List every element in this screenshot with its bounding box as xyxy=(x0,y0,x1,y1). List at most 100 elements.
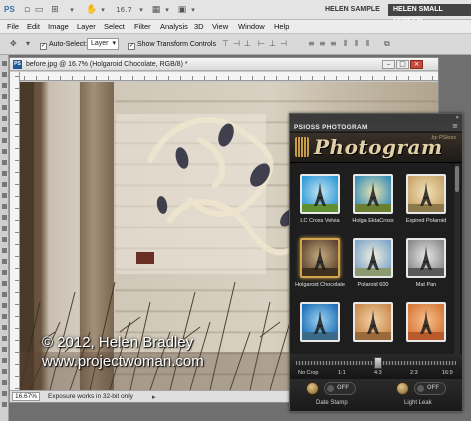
tool-icon[interactable] xyxy=(2,182,7,187)
tool-icon[interactable] xyxy=(2,369,7,374)
show-transform-checkbox[interactable]: ✓ Show Transform Controls xyxy=(128,39,216,50)
chevron-down-icon[interactable]: ▾ xyxy=(98,3,108,17)
close-icon[interactable]: × xyxy=(410,60,423,69)
tool-icon[interactable] xyxy=(2,105,7,110)
distribute-right-icon[interactable]: ⦀ xyxy=(366,39,375,49)
tool-icon[interactable] xyxy=(2,347,7,352)
horizontal-ruler[interactable] xyxy=(20,72,438,81)
tool-icon[interactable] xyxy=(2,281,7,286)
tool-icon[interactable] xyxy=(2,314,7,319)
preset-thumbnail[interactable] xyxy=(406,174,446,214)
move-tool-icon[interactable]: ✥ xyxy=(10,39,24,49)
distribute-top-icon[interactable]: ≡ xyxy=(308,39,317,49)
panel-menu-icon[interactable]: ≡ xyxy=(452,122,458,131)
arrange-documents-icon[interactable]: ▦ xyxy=(150,3,162,17)
tool-icon[interactable] xyxy=(2,193,7,198)
preset-thumbnail[interactable] xyxy=(300,302,340,342)
align-left-icon[interactable]: ⊢ xyxy=(258,39,267,49)
extras-icon[interactable]: ⊞ xyxy=(50,3,60,17)
tool-icon[interactable] xyxy=(2,292,7,297)
align-center-icon[interactable]: ⊥ xyxy=(269,39,278,49)
preset-thumbnail[interactable] xyxy=(406,238,446,278)
light-leak-toggle[interactable]: OFF xyxy=(414,382,446,395)
hand-tool-icon[interactable]: ✋ xyxy=(86,3,98,17)
tool-icon[interactable] xyxy=(2,94,7,99)
tool-icon[interactable] xyxy=(2,270,7,275)
scrollbar-thumb[interactable] xyxy=(455,166,459,192)
align-right-icon[interactable]: ⊣ xyxy=(280,39,289,49)
menu-select[interactable]: Select xyxy=(104,22,125,32)
tool-icon[interactable] xyxy=(2,160,7,165)
tool-icon[interactable] xyxy=(2,358,7,363)
tool-icon[interactable] xyxy=(2,336,7,341)
tool-icon[interactable] xyxy=(2,61,7,66)
chevron-down-icon[interactable]: ▾ xyxy=(66,3,78,17)
panel-dock-bar[interactable]: » xyxy=(290,114,462,122)
tool-icon[interactable] xyxy=(2,215,7,220)
align-top-icon[interactable]: ⊤ xyxy=(222,39,231,49)
chevron-down-icon[interactable]: ▾ xyxy=(26,39,35,49)
chevron-down-icon[interactable]: ▾ xyxy=(188,3,198,17)
chevron-down-icon[interactable]: ▾ xyxy=(136,3,146,17)
distribute-center-icon[interactable]: ⦀ xyxy=(355,39,364,49)
crop-slider-handle[interactable] xyxy=(374,357,382,369)
preset-thumbnail[interactable] xyxy=(300,238,340,278)
screen-mode-icon[interactable]: ▣ xyxy=(176,3,188,17)
tool-icon[interactable] xyxy=(2,237,7,242)
auto-select-dropdown[interactable]: Layer ▾ xyxy=(87,38,119,50)
menu-image[interactable]: Image xyxy=(48,22,69,32)
tool-icon[interactable] xyxy=(2,325,7,330)
menu-layer[interactable]: Layer xyxy=(77,22,96,32)
tool-icon[interactable] xyxy=(2,171,7,176)
menu-view[interactable]: View xyxy=(212,22,228,32)
bridge-icon[interactable]: ▫ xyxy=(22,3,32,17)
distribute-bottom-icon[interactable]: ≡ xyxy=(330,39,339,49)
preset-thumbnail[interactable] xyxy=(406,302,446,342)
maximize-icon[interactable]: □ xyxy=(396,60,409,69)
menu-window[interactable]: Window xyxy=(238,22,265,32)
panel-title-bar[interactable]: PSIOSS PHOTOGRAM ≡ xyxy=(290,122,462,132)
tool-icon[interactable] xyxy=(2,204,7,209)
distribute-middle-icon[interactable]: ≡ xyxy=(319,39,328,49)
zoom-field[interactable]: 16.67% xyxy=(12,392,40,401)
mini-bridge-icon[interactable]: ▭ xyxy=(34,3,44,17)
menu-3d[interactable]: 3D xyxy=(194,22,204,32)
auto-align-icon[interactable]: ⧉ xyxy=(384,39,393,49)
chevron-down-icon[interactable]: ▾ xyxy=(162,3,172,17)
tool-icon[interactable] xyxy=(2,380,7,385)
align-bottom-icon[interactable]: ⊥ xyxy=(244,39,253,49)
tool-icon[interactable] xyxy=(2,226,7,231)
tools-panel[interactable] xyxy=(0,55,9,421)
collapse-icon[interactable]: » xyxy=(455,114,459,122)
chevron-right-icon[interactable]: ▸ xyxy=(152,392,156,402)
zoom-level[interactable]: 16.7 xyxy=(112,3,136,17)
workspace-helen-sample[interactable]: HELEN SAMPLE xyxy=(320,4,385,16)
auto-select-checkbox[interactable]: ✓ Auto-Select: xyxy=(40,39,87,50)
preset-scrollbar[interactable] xyxy=(454,164,460,354)
tool-icon[interactable] xyxy=(2,402,7,407)
preset-thumbnail[interactable] xyxy=(353,302,393,342)
vertical-ruler[interactable] xyxy=(10,72,20,390)
minimize-icon[interactable]: – xyxy=(382,60,395,69)
align-middle-icon[interactable]: ⊣ xyxy=(233,39,242,49)
distribute-left-icon[interactable]: ⦀ xyxy=(344,39,353,49)
menu-edit[interactable]: Edit xyxy=(27,22,40,32)
tool-icon[interactable] xyxy=(2,303,7,308)
menu-help[interactable]: Help xyxy=(274,22,289,32)
tool-icon[interactable] xyxy=(2,72,7,77)
tool-icon[interactable] xyxy=(2,259,7,264)
tool-icon[interactable] xyxy=(2,138,7,143)
tool-icon[interactable] xyxy=(2,127,7,132)
workspace-helen-small-screen[interactable]: HELEN SMALL SCREEN xyxy=(388,4,471,25)
menu-filter[interactable]: Filter xyxy=(134,22,151,32)
date-stamp-toggle[interactable]: OFF xyxy=(324,382,356,395)
menu-file[interactable]: File xyxy=(7,22,19,32)
tool-icon[interactable] xyxy=(2,83,7,88)
tool-icon[interactable] xyxy=(2,149,7,154)
preset-thumbnail[interactable] xyxy=(353,238,393,278)
menu-analysis[interactable]: Analysis xyxy=(160,22,188,32)
tool-icon[interactable] xyxy=(2,391,7,396)
document-tab[interactable]: PS before.jpg @ 16.7% (Holgaroid Chocola… xyxy=(10,58,438,71)
tool-icon[interactable] xyxy=(2,248,7,253)
tool-icon[interactable] xyxy=(2,116,7,121)
